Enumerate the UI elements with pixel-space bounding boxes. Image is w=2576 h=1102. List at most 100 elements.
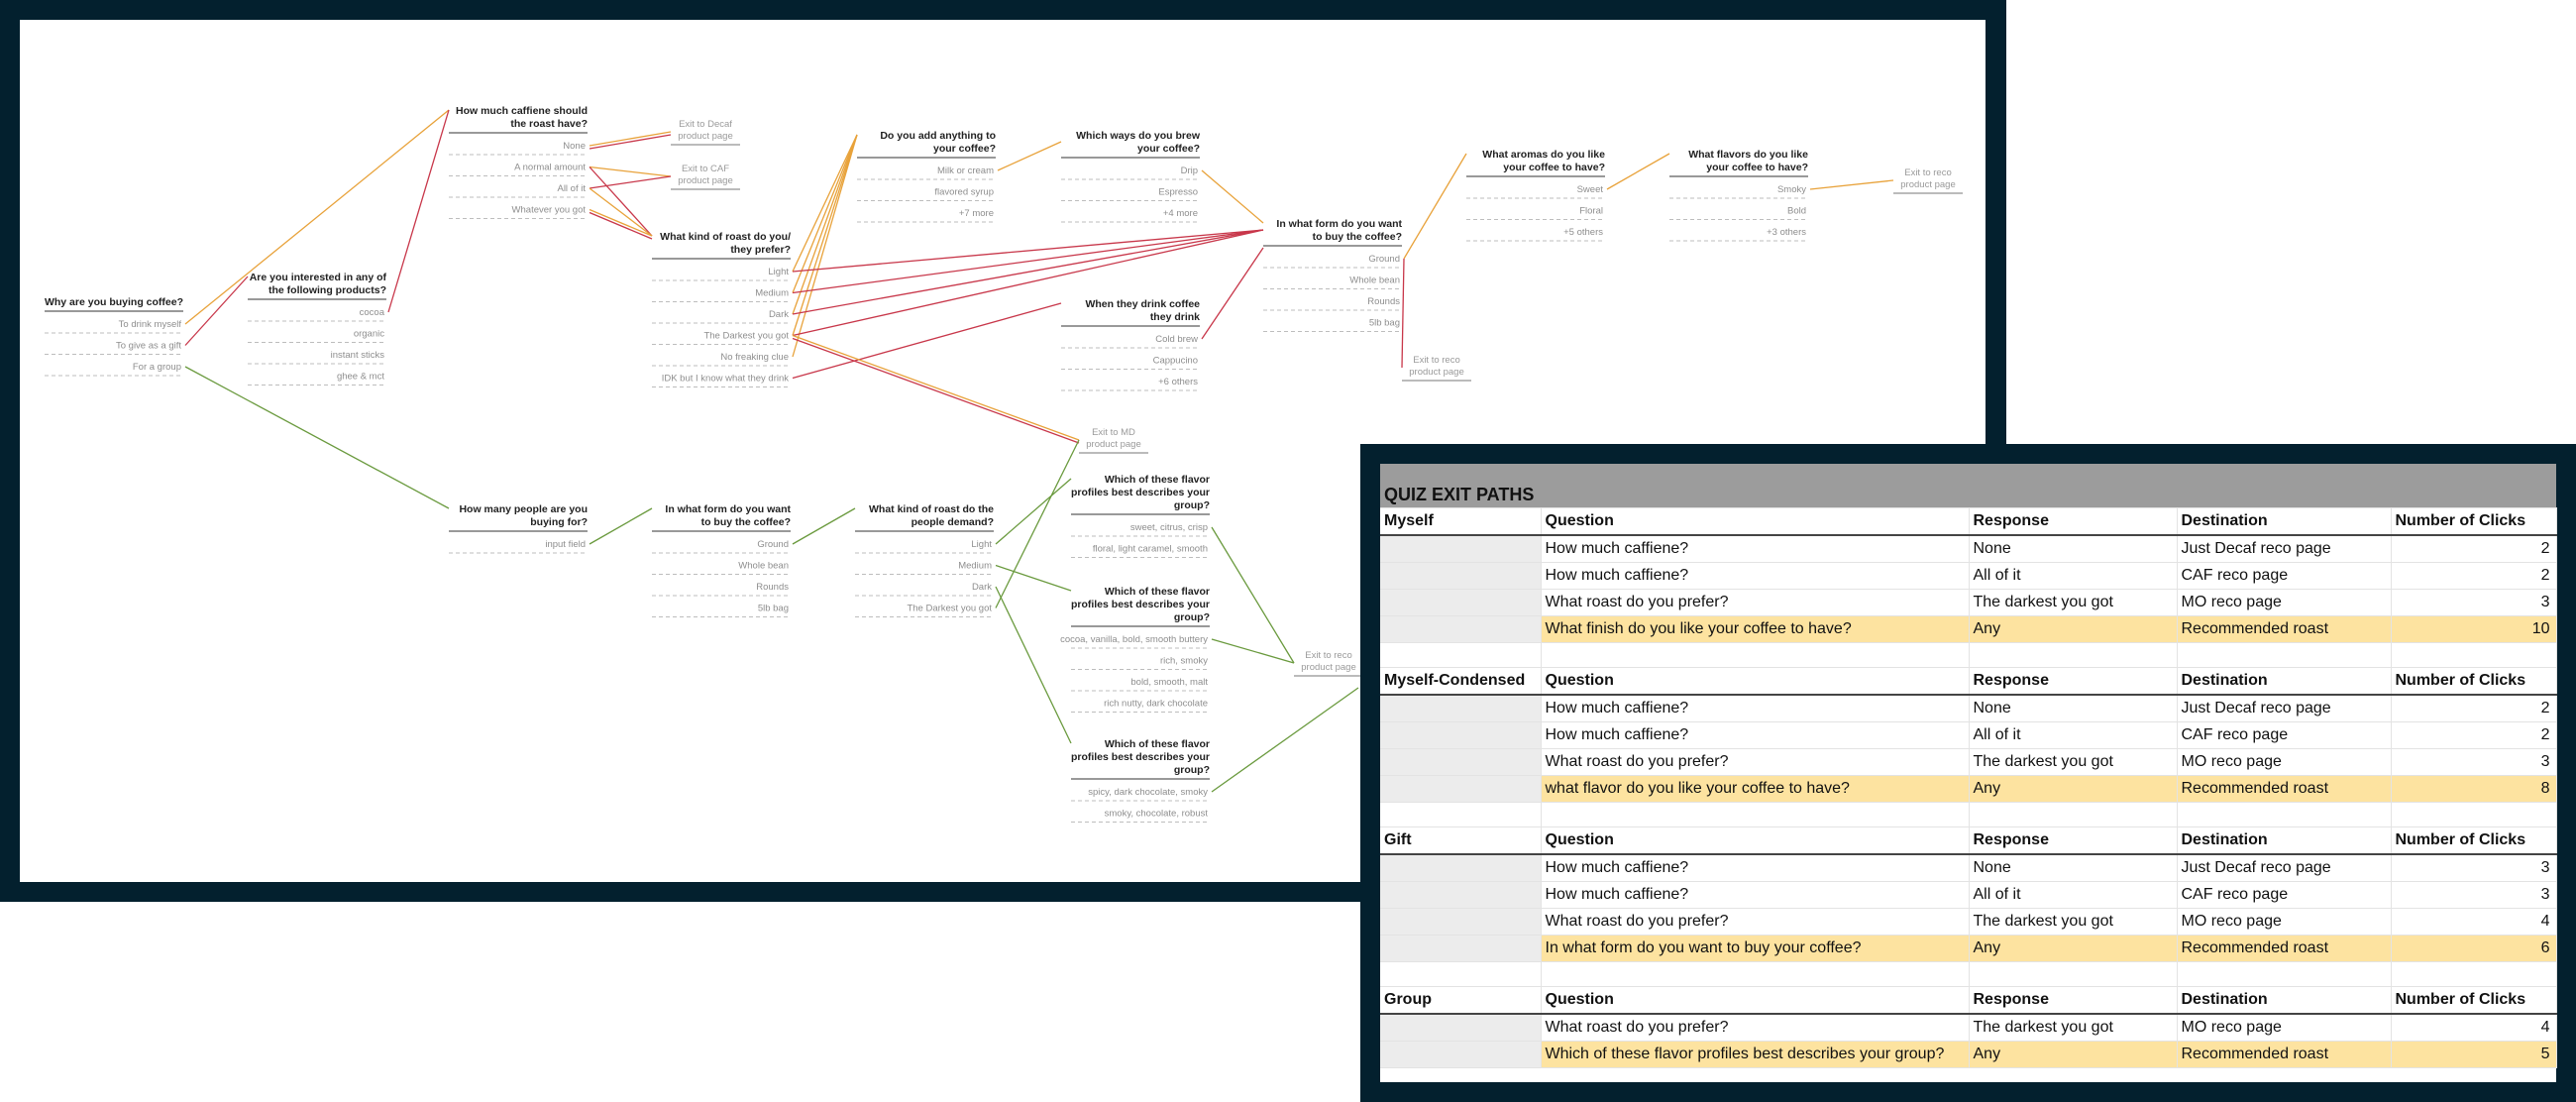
option-label: bold, smooth, malt — [1130, 677, 1208, 688]
response-cell: Any — [1969, 1041, 2178, 1068]
option-label: Medium — [958, 561, 992, 572]
option-label: The Darkest you got — [907, 604, 992, 614]
destination-cell: Recommended roast — [2177, 935, 2392, 962]
option-label: +3 others — [1767, 227, 1806, 238]
question-node-form: In what form do you want to buy the coffe… — [1263, 218, 1402, 332]
option-label: +7 more — [959, 208, 994, 219]
question-title: In what form do you want to buy the coffe… — [1276, 218, 1402, 243]
empty-cell — [1380, 961, 1542, 987]
exit-label: Exit to reco product page — [1900, 167, 1955, 190]
question-cell: What roast do you prefer? — [1541, 589, 1970, 616]
table-row: What roast do you prefer? The darkest you… — [1380, 908, 2557, 936]
question-node-flavors: What flavors do you like your coffee to h… — [1669, 149, 1808, 242]
table-row: In what form do you want to buy your cof… — [1380, 935, 2557, 962]
question-node-people: How many people are you buying for? input … — [449, 503, 588, 554]
option-label: spicy, dark chocolate, smoky — [1088, 787, 1208, 798]
clicks-cell: 5 — [2391, 1041, 2557, 1068]
destination-cell: Recommended roast — [2177, 1041, 2392, 1068]
option-label: The Darkest you got — [703, 331, 789, 342]
option-label: flavored syrup — [934, 187, 994, 198]
table-row: What roast do you prefer? The darkest you… — [1380, 1014, 2557, 1042]
exit-node-reco2: Exit to reco product page — [1893, 167, 1963, 194]
clicks-cell: 2 — [2391, 535, 2557, 563]
destination-cell: Recommended roast — [2177, 615, 2392, 643]
option-label: cocoa, vanilla, bold, smooth buttery — [1060, 634, 1208, 645]
response-cell: The darkest you got — [1969, 908, 2178, 936]
group-header-row: Gift Question Response Destination Number of… — [1380, 826, 2557, 855]
option-label: Rounds — [1367, 296, 1400, 307]
question-title: How many people are you buying for? — [459, 503, 588, 528]
clicks-cell: 2 — [2391, 721, 2557, 749]
option-label: rich, smoky — [1160, 656, 1208, 667]
destination-cell: CAF reco page — [2177, 721, 2392, 749]
option-label: +4 more — [1163, 208, 1198, 219]
flow-edge — [995, 586, 1072, 744]
column-header: Destination — [2177, 507, 2392, 536]
option-label: Smoky — [1777, 184, 1806, 195]
column-header: Number of Clicks — [2391, 507, 2557, 536]
question-cell: How much caffiene? — [1541, 535, 1970, 563]
option-label: Dark — [769, 309, 789, 320]
flow-edge — [792, 337, 1080, 444]
flow-edge — [792, 229, 1264, 273]
empty-cell — [1541, 961, 1970, 987]
exit-node-md: Exit to MD product page — [1079, 427, 1148, 454]
option-label: input field — [545, 539, 586, 550]
question-node-caffeine: How much caffiene should the roast have? N… — [449, 105, 588, 219]
table-row: What finish do you like your coffee to h… — [1380, 615, 2557, 643]
exit-label: Exit to Decaf product page — [678, 119, 732, 142]
spacer-row — [1380, 961, 2557, 987]
option-label: Sweet — [1577, 184, 1604, 195]
table-title-row: QUIZ EXIT PATHS — [1380, 464, 2557, 508]
option-label: cocoa — [360, 307, 385, 318]
column-header: Response — [1969, 826, 2178, 855]
option-label: Whole bean — [1349, 276, 1400, 286]
option-label: +5 others — [1563, 227, 1603, 238]
flow-edge — [589, 134, 672, 150]
option-label: Cold brew — [1155, 334, 1198, 345]
group-name: Myself-Condensed — [1380, 667, 1542, 696]
empty-cell — [2177, 642, 2392, 668]
flow-edge — [1403, 153, 1467, 260]
group-cell — [1380, 908, 1542, 936]
flow-edge — [1809, 179, 1894, 190]
clicks-cell: 2 — [2391, 562, 2557, 590]
question-cell: How much caffiene? — [1541, 854, 1970, 882]
clicks-cell: 3 — [2391, 881, 2557, 909]
group-cell — [1380, 854, 1542, 882]
question-title: Which of these flavor profiles best descr… — [1071, 738, 1210, 776]
empty-cell — [1380, 642, 1542, 668]
question-title: Do you add anything to your coffee? — [880, 130, 996, 155]
option-label: Medium — [755, 288, 789, 299]
clicks-cell: 2 — [2391, 695, 2557, 722]
group-cell — [1380, 695, 1542, 722]
table-row: How much caffiene? None Just Decaf reco pa… — [1380, 535, 2557, 563]
flow-edge — [589, 165, 672, 177]
flow-edge — [792, 302, 1062, 380]
response-cell: None — [1969, 535, 2178, 563]
option-label: Ground — [757, 539, 789, 550]
question-title: What aromas do you like your coffee to ha… — [1482, 149, 1605, 173]
group-header-row: Myself Question Response Destination Number … — [1380, 507, 2557, 536]
question-cell: How much caffiene? — [1541, 562, 1970, 590]
question-node-drinkwhen: When they drink coffee they drink Cold bre… — [1061, 298, 1200, 391]
exit-label: Exit to reco product page — [1301, 650, 1355, 673]
option-label: smoky, chocolate, robust — [1105, 809, 1209, 820]
group-cell — [1380, 721, 1542, 749]
column-header: Question — [1541, 826, 1970, 855]
option-label: Light — [971, 539, 992, 550]
question-node-add: Do you add anything to your coffee? Milk o… — [857, 130, 996, 223]
option-label: Rounds — [756, 582, 789, 593]
question-title: What flavors do you like your coffee to h… — [1688, 149, 1808, 173]
option-label: ghee & mct — [337, 372, 384, 383]
option-label: Floral — [1579, 206, 1603, 217]
response-cell: The darkest you got — [1969, 748, 2178, 776]
flow-edge — [792, 134, 858, 336]
flow-edge — [1401, 258, 1405, 369]
column-header: Response — [1969, 507, 2178, 536]
question-title: How much caffiene should the roast have? — [456, 105, 588, 130]
flow-edge — [184, 366, 450, 509]
question-title: What kind of roast do the people demand? — [869, 503, 994, 528]
group-cell — [1380, 935, 1542, 962]
question-title: When they drink coffee they drink — [1085, 298, 1200, 323]
